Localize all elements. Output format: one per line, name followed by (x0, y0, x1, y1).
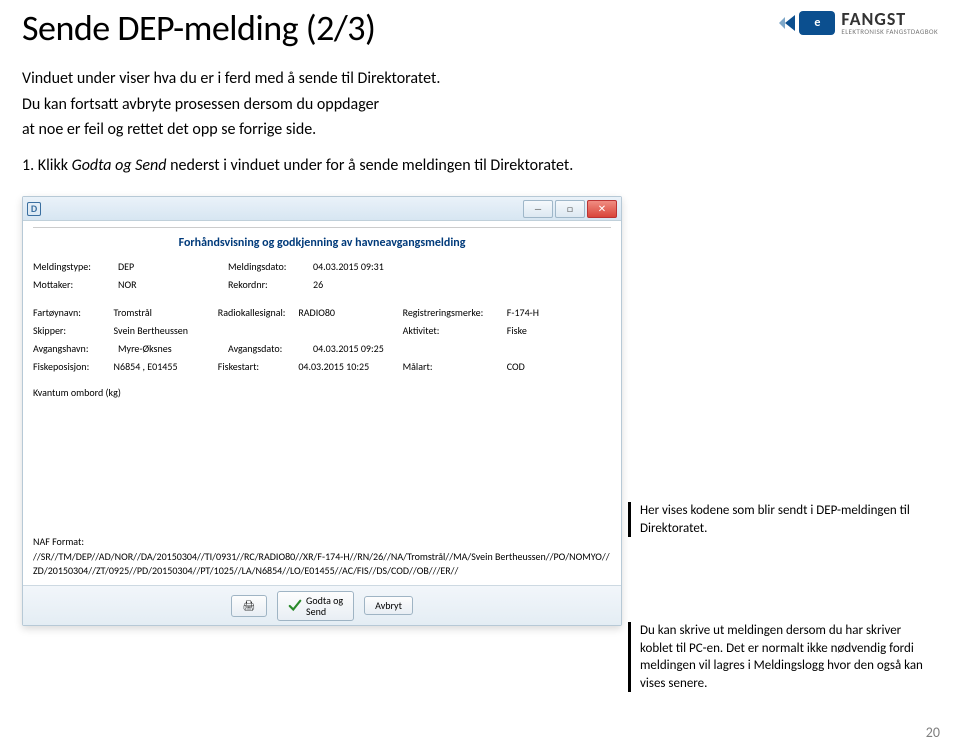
godta-line2: Send (306, 606, 343, 617)
intro-line-2: Du kan fortsatt avbryte prosessen dersom… (22, 94, 938, 116)
app-icon: D (27, 202, 41, 216)
empty-label (218, 324, 299, 337)
page-number: 20 (926, 724, 940, 741)
mottaker-value: NOR (118, 278, 228, 291)
meldingstype-label: Meldingstype: (33, 260, 118, 273)
avgangshavn-label: Avgangshavn: (33, 342, 118, 355)
fiskeposisjon-value: N6854 , E01455 (114, 360, 218, 373)
brand-logo: e FANGST ELEKTRONISK FANGSTDAGBOK (799, 10, 938, 35)
fartoynavn-label: Fartøynavn: (33, 306, 114, 319)
callout-print: Du kan skrive ut meldingen dersom du har… (640, 622, 930, 692)
fiskeposisjon-label: Fiskeposisjon: (33, 360, 114, 373)
registreringsmerke-value: F-174-H (507, 306, 611, 319)
step-pre: Klikk (38, 156, 72, 175)
meldingsdato-label: Meldingsdato: (228, 260, 313, 273)
empty-value (298, 324, 402, 337)
malart-label: Målart: (403, 360, 507, 373)
avgangsdato-value: 04.03.2015 09:25 (313, 342, 423, 355)
mottaker-label: Mottaker: (33, 278, 118, 291)
step-1: 1. Klikk Godta og Send nederst i vinduet… (22, 156, 938, 175)
close-button[interactable]: ✕ (587, 200, 617, 218)
fiskestart-value: 04.03.2015 10:25 (298, 360, 402, 373)
step-number: 1. (22, 156, 34, 175)
malart-value: COD (507, 360, 611, 373)
logo-sub: ELEKTRONISK FANGSTDAGBOK (841, 28, 938, 35)
registreringsmerke-label: Registreringsmerke: (403, 306, 507, 319)
callout-naf-text: Her vises kodene som blir sendt i DEP-me… (640, 503, 910, 536)
avgangshavn-value: Myre-Øksnes (118, 342, 228, 355)
step-post: nederst i vinduet under for å sende meld… (167, 156, 574, 175)
printer-icon: 🖨 (242, 599, 256, 613)
rekordnr-value: 26 (313, 278, 423, 291)
preview-window: D ― □ ✕ Forhåndsvisning og godkjenning a… (22, 196, 622, 626)
aktivitet-label: Aktivitet: (403, 324, 507, 337)
page-title: Sende DEP-melding (2/3) (22, 6, 375, 50)
kvantum-label: Kvantum ombord (kg) (33, 386, 193, 399)
logo-badge-icon: e (799, 11, 835, 35)
print-button[interactable]: 🖨 (231, 595, 267, 617)
intro-text: Vinduet under viser hva du er i ferd med… (22, 68, 938, 145)
fiskestart-label: Fiskestart: (218, 360, 299, 373)
logo-text: FANGST ELEKTRONISK FANGSTDAGBOK (841, 10, 938, 35)
inner-window-title: Forhåndsvisning og godkjenning av havnea… (33, 236, 611, 250)
godta-line1: Godta og (306, 595, 343, 606)
intro-line-3: at noe er feil og rettet det opp se forr… (22, 119, 938, 141)
rekordnr-label: Rekordnr: (228, 278, 313, 291)
avbryt-button[interactable]: Avbryt (364, 596, 413, 615)
step-em: Godta og Send (72, 156, 167, 175)
minimize-button[interactable]: ― (523, 200, 553, 218)
window-titlebar: D ― □ ✕ (23, 197, 621, 221)
meldingstype-value: DEP (118, 260, 228, 273)
callout-print-text: Du kan skrive ut meldingen dersom du har… (640, 623, 923, 691)
radiokallesignal-value: RADIO80 (298, 306, 402, 319)
maximize-button[interactable]: □ (555, 200, 585, 218)
naf-format-label: NAF Format: (33, 535, 611, 548)
skipper-label: Skipper: (33, 324, 114, 337)
radiokallesignal-label: Radiokallesignal: (218, 306, 299, 319)
skipper-value: Svein Bertheussen (114, 324, 218, 337)
intro-line-1: Vinduet under viser hva du er i ferd med… (22, 68, 938, 90)
naf-format-code: //SR//TM/DEP//AD/NOR//DA/20150304//TI/09… (33, 550, 611, 577)
window-footer: 🖨 Godta og Send Avbryt (23, 585, 621, 625)
avgangsdato-label: Avgangsdato: (228, 342, 313, 355)
checkmark-icon (288, 599, 302, 613)
godta-og-send-button[interactable]: Godta og Send (277, 591, 354, 621)
meldingsdato-value: 04.03.2015 09:31 (313, 260, 423, 273)
fartoynavn-value: Tromstrål (114, 306, 218, 319)
logo-main: FANGST (841, 10, 938, 28)
callout-naf-codes: Her vises kodene som blir sendt i DEP-me… (640, 502, 930, 537)
aktivitet-value: Fiske (507, 324, 611, 337)
avbryt-label: Avbryt (375, 600, 402, 611)
